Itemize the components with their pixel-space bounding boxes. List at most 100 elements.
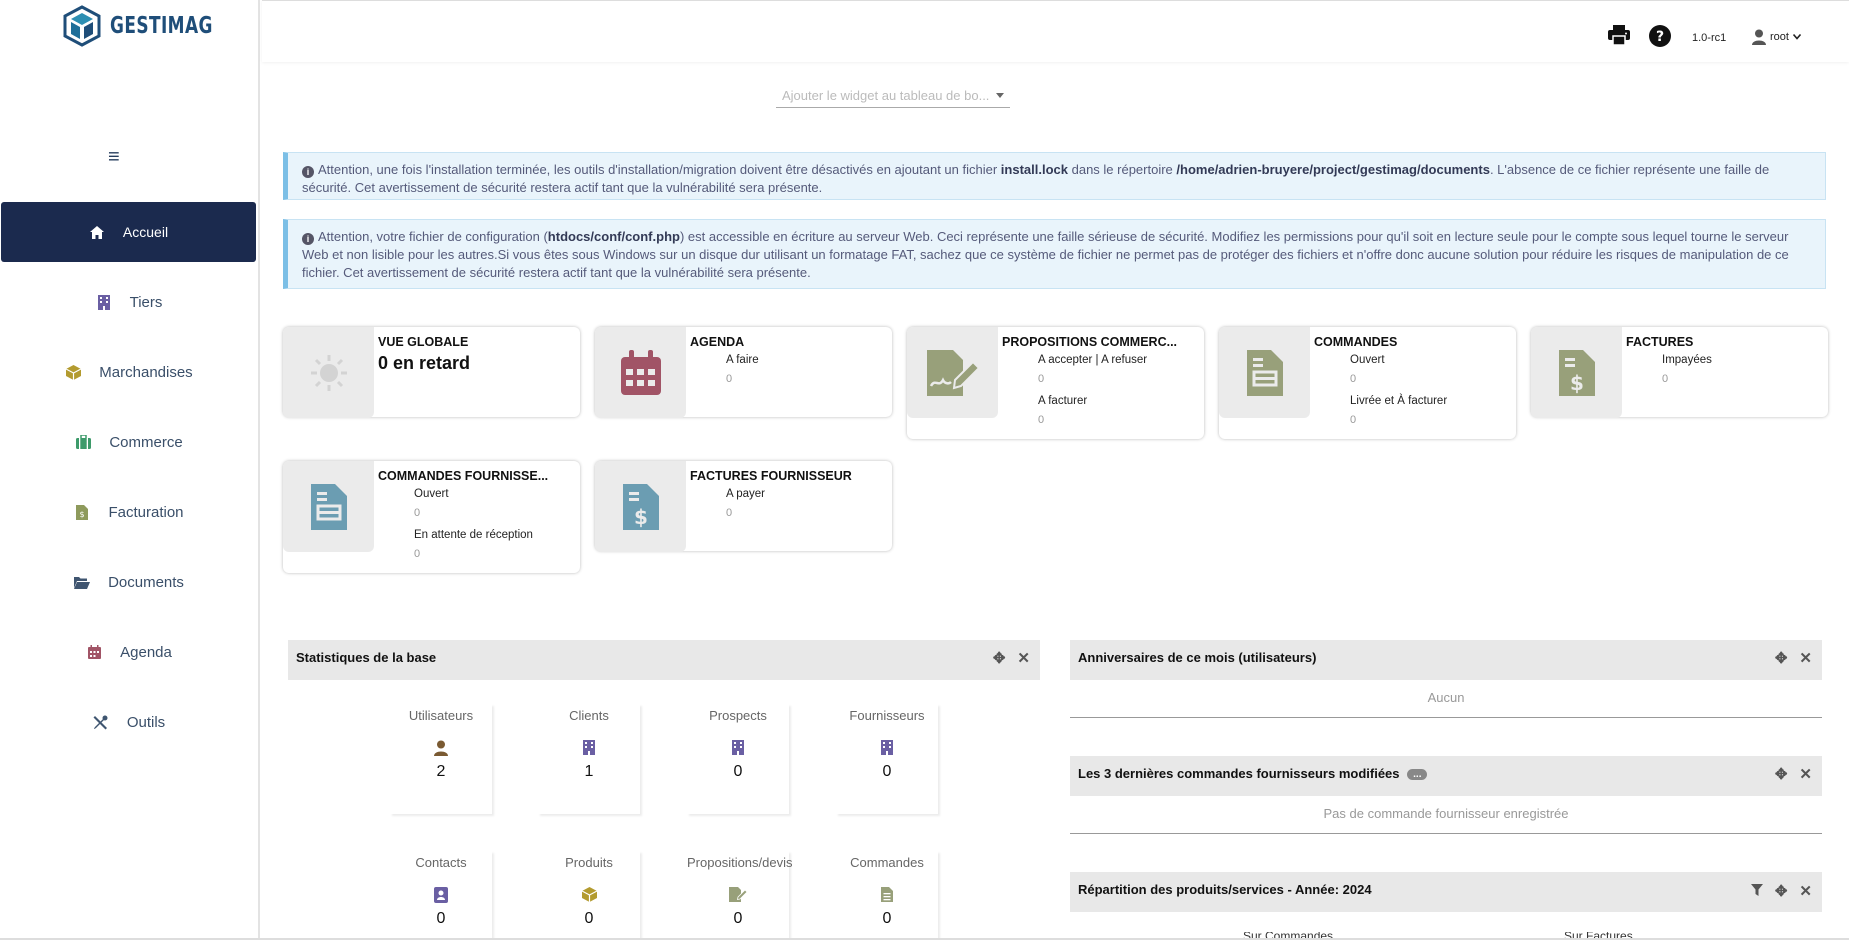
box-line-label[interactable]: Impayées bbox=[1662, 354, 1712, 366]
supplier-orders-empty-message: Pas de commande fournisseur enregistrée bbox=[1323, 806, 1569, 821]
sidebar-item-outils[interactable]: Outils bbox=[0, 692, 258, 752]
stat-produits[interactable]: Produits 0 bbox=[538, 851, 640, 940]
alert-text: Attention, une fois l'installation termi… bbox=[318, 162, 1001, 177]
file-order-icon bbox=[310, 483, 347, 530]
box-line-value[interactable]: 0 bbox=[414, 548, 420, 560]
stats-panel-header[interactable]: Statistiques de la base ✥ ✕ bbox=[288, 640, 1040, 680]
user-icon bbox=[1752, 29, 1766, 45]
box-line-label[interactable]: Ouvert bbox=[1350, 354, 1385, 366]
print-icon[interactable] bbox=[1608, 25, 1630, 50]
box-line-label[interactable]: A payer bbox=[726, 488, 765, 500]
box-icon-area bbox=[283, 461, 374, 552]
app-logo[interactable]: GESTIMAG bbox=[60, 2, 235, 50]
more-badge[interactable]: ... bbox=[1407, 769, 1428, 780]
stat-clients[interactable]: Clients 1 bbox=[538, 704, 640, 814]
stat-contacts[interactable]: Contacts 0 bbox=[390, 851, 492, 940]
stat-utilisateurs[interactable]: Utilisateurs 2 bbox=[390, 704, 492, 814]
add-widget-placeholder: Ajouter le widget au tableau de bo... bbox=[782, 88, 990, 103]
box-line-value[interactable]: 0 bbox=[1038, 373, 1044, 385]
move-icon[interactable]: ✥ bbox=[1775, 767, 1788, 782]
file-signature-icon bbox=[926, 349, 979, 396]
svg-text:$: $ bbox=[634, 505, 648, 529]
cube-icon bbox=[65, 364, 81, 380]
box-commandes[interactable]: COMMANDES Ouvert 0 Livrée et À facturer … bbox=[1219, 327, 1516, 439]
box-line-label[interactable]: En attente de réception bbox=[414, 529, 533, 541]
close-icon[interactable]: ✕ bbox=[1799, 651, 1812, 666]
birthday-panel-header[interactable]: Anniversaires de ce mois (utilisateurs) … bbox=[1070, 640, 1822, 680]
sidebar-item-commerce[interactable]: Commerce bbox=[0, 412, 258, 472]
box-line-value[interactable]: 0 bbox=[1350, 414, 1356, 426]
info-icon: i bbox=[302, 233, 314, 245]
box-factures-fournisseur[interactable]: $ FACTURES FOURNISSEUR A payer 0 bbox=[595, 461, 892, 552]
svg-text:?: ? bbox=[1656, 29, 1664, 45]
box-line-value[interactable]: 0 bbox=[1350, 373, 1356, 385]
close-icon[interactable]: ✕ bbox=[1799, 884, 1812, 899]
alert-bold: htdocs/conf/conf.php bbox=[547, 229, 680, 244]
box-factures[interactable]: $ FACTURES Impayées 0 bbox=[1531, 327, 1828, 418]
sidebar-item-facturation[interactable]: $ Facturation bbox=[0, 482, 258, 542]
box-line-value[interactable]: 0 bbox=[1662, 373, 1668, 385]
user-menu[interactable]: root bbox=[1752, 29, 1801, 45]
stat-propositions[interactable]: Propositions/devis 0 bbox=[687, 851, 793, 940]
box-line-value[interactable]: 0 bbox=[726, 373, 732, 385]
stat-fournisseurs[interactable]: Fournisseurs 0 bbox=[836, 704, 938, 814]
add-widget-select[interactable]: Ajouter le widget au tableau de bo... bbox=[776, 84, 1010, 108]
box-line-label[interactable]: A facturer bbox=[1038, 395, 1087, 407]
box-line-value[interactable]: 0 bbox=[414, 507, 420, 519]
box-commandes-fournisseur[interactable]: COMMANDES FOURNISSE... Ouvert 0 En atten… bbox=[283, 461, 580, 573]
sidebar: GESTIMAG ≡ Accueil Tiers Marchandises Co… bbox=[0, 0, 260, 940]
box-icon-area bbox=[283, 327, 374, 418]
stat-value: 0 bbox=[882, 910, 892, 927]
box-agenda[interactable]: AGENDA A faire 0 bbox=[595, 327, 892, 418]
sidebar-item-label: Marchandises bbox=[99, 363, 193, 381]
filter-icon[interactable] bbox=[1750, 884, 1763, 899]
alert-bold: /home/adrien-bruyere/project/gestimag/do… bbox=[1176, 162, 1490, 177]
address-book-icon bbox=[390, 887, 492, 905]
calendar-icon bbox=[86, 644, 102, 660]
box-line-label[interactable]: A faire bbox=[726, 354, 759, 366]
menu-toggle-icon[interactable]: ≡ bbox=[108, 146, 120, 169]
box-line-label[interactable]: A accepter | A refuser bbox=[1038, 354, 1147, 366]
stat-value: 0 bbox=[436, 910, 446, 927]
move-icon[interactable]: ✥ bbox=[1775, 651, 1788, 666]
move-icon[interactable]: ✥ bbox=[993, 651, 1006, 666]
help-icon[interactable]: ? bbox=[1649, 25, 1671, 52]
box-title: FACTURES bbox=[1626, 335, 1694, 349]
close-icon[interactable]: ✕ bbox=[1799, 767, 1812, 782]
close-icon[interactable]: ✕ bbox=[1017, 651, 1030, 666]
file-invoice-dollar-icon: $ bbox=[1558, 349, 1595, 396]
box-line-value[interactable]: 0 bbox=[1038, 414, 1044, 426]
sidebar-item-tiers[interactable]: Tiers bbox=[0, 272, 258, 332]
move-icon[interactable]: ✥ bbox=[1775, 884, 1788, 899]
box-line-value[interactable]: 0 bbox=[726, 507, 732, 519]
box-line-label[interactable]: Ouvert bbox=[414, 488, 449, 500]
sidebar-item-agenda[interactable]: Agenda bbox=[0, 622, 258, 682]
sidebar-item-documents[interactable]: Documents bbox=[0, 552, 258, 612]
repartition-panel-header[interactable]: Répartition des produits/services - Anné… bbox=[1070, 872, 1822, 912]
sidebar-item-accueil[interactable]: Accueil bbox=[1, 202, 256, 262]
sidebar-item-label: Accueil bbox=[122, 224, 169, 240]
building-icon bbox=[836, 740, 938, 758]
folder-open-icon bbox=[74, 574, 91, 590]
alert-text: Attention, votre fichier de configuratio… bbox=[318, 229, 548, 244]
signature-icon bbox=[687, 887, 789, 905]
building-icon bbox=[687, 740, 789, 758]
file-icon bbox=[836, 887, 938, 905]
supplier-orders-panel-header[interactable]: Les 3 dernières commandes fournisseurs m… bbox=[1070, 756, 1822, 796]
file-order-icon bbox=[1246, 349, 1283, 396]
box-icon-area: $ bbox=[1531, 327, 1622, 418]
stat-value: 0 bbox=[584, 910, 594, 927]
divider bbox=[1070, 717, 1822, 718]
box-propositions[interactable]: PROPOSITIONS COMMERC... A accepter | A r… bbox=[907, 327, 1204, 439]
box-icon-area bbox=[1219, 327, 1310, 418]
sidebar-item-label: Agenda bbox=[120, 643, 172, 661]
box-icon-area bbox=[595, 327, 686, 418]
box-line-label[interactable]: Livrée et À facturer bbox=[1350, 395, 1447, 407]
sidebar-item-marchandises[interactable]: Marchandises bbox=[0, 342, 258, 402]
stat-value: 1 bbox=[584, 763, 594, 780]
box-vue-globale[interactable]: VUE GLOBALE 0 en retard bbox=[283, 327, 580, 418]
stat-prospects[interactable]: Prospects 0 bbox=[687, 704, 789, 814]
box-icon-area bbox=[907, 327, 998, 418]
panel-title: Les 3 dernières commandes fournisseurs m… bbox=[1078, 766, 1400, 781]
stat-commandes[interactable]: Commandes 0 bbox=[836, 851, 938, 940]
